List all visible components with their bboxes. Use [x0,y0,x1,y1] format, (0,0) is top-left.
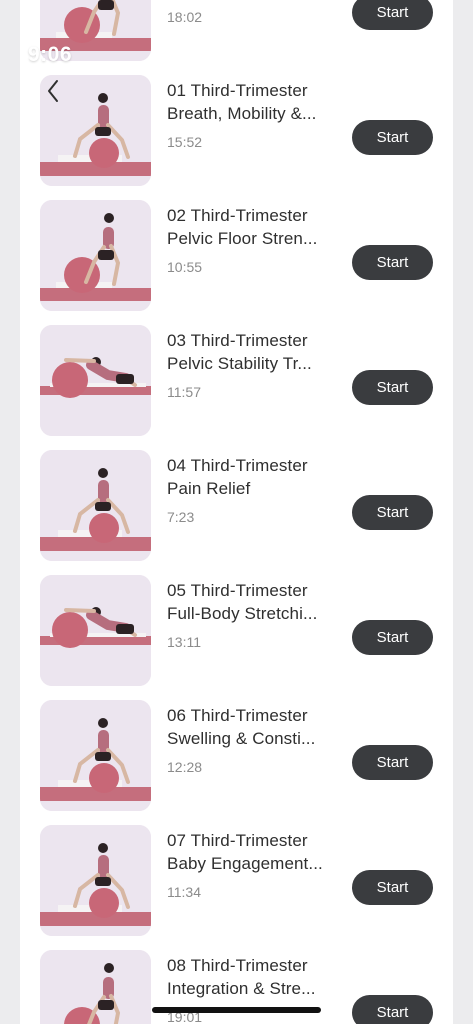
workout-thumbnail [40,325,151,436]
workout-thumbnail [40,450,151,561]
workout-title: 06 Third-Trimester Swelling & Consti... [167,706,316,748]
start-button[interactable]: Start [352,745,433,780]
start-button[interactable]: Start [352,870,433,905]
workout-item[interactable]: 01 Third-Trimester Breath, Mobility &...… [20,75,453,200]
start-button[interactable]: Start [352,620,433,655]
back-button[interactable] [44,78,62,104]
workout-item[interactable]: 02 Third-Trimester Pelvic Floor Stren...… [20,200,453,325]
workout-duration: 11:57 [167,384,201,400]
workout-duration: 15:52 [167,134,203,150]
workout-title: 08 Third-Trimester Integration & Stre... [167,956,316,998]
workout-duration: 7:23 [167,509,195,525]
thumbnail-time-label: 9:06 [28,43,73,66]
start-button[interactable]: Start [352,995,433,1024]
workout-item[interactable]: 05 Third-Trimester Full-Body Stretchi...… [20,575,453,700]
workout-duration: 10:55 [167,259,203,275]
workout-sheet: 9:06 18:02 Start 01 Third-Trimester Brea… [20,0,453,1024]
workout-item[interactable]: 03 Third-Trimester Pelvic Stability Tr..… [20,325,453,450]
workout-title: 05 Third-Trimester Full-Body Stretchi... [167,581,318,623]
workout-thumbnail [40,825,151,936]
start-button[interactable]: Start [352,495,433,530]
workout-title: 01 Third-Trimester Breath, Mobility &... [167,81,317,123]
workout-list: 9:06 18:02 Start 01 Third-Trimester Brea… [20,0,453,1024]
workout-title: 03 Third-Trimester Pelvic Stability Tr..… [167,331,312,373]
workout-duration: 12:28 [167,759,203,775]
workout-title: 04 Third-Trimester Pain Relief [167,456,308,498]
workout-item[interactable]: 07 Third-Trimester Baby Engagement... 11… [20,825,453,950]
home-indicator [152,1007,321,1013]
workout-title: 07 Third-Trimester Baby Engagement... [167,831,323,873]
start-button[interactable]: Start [352,0,433,30]
workout-duration: 11:34 [167,884,201,900]
chevron-left-icon [48,80,58,102]
workout-item[interactable]: 06 Third-Trimester Swelling & Consti... … [20,700,453,825]
workout-item[interactable]: 04 Third-Trimester Pain Relief 7:23 Star… [20,450,453,575]
workout-title: 02 Third-Trimester Pelvic Floor Stren... [167,206,318,248]
workout-thumbnail [40,950,151,1024]
workout-thumbnail [40,700,151,811]
start-button[interactable]: Start [352,120,433,155]
start-button[interactable]: Start [352,245,433,280]
start-button[interactable]: Start [352,370,433,405]
workout-thumbnail [40,200,151,311]
workout-item[interactable]: 9:06 18:02 Start [20,0,453,75]
workout-duration: 18:02 [167,9,203,25]
workout-duration: 13:11 [167,634,201,650]
workout-thumbnail [40,575,151,686]
